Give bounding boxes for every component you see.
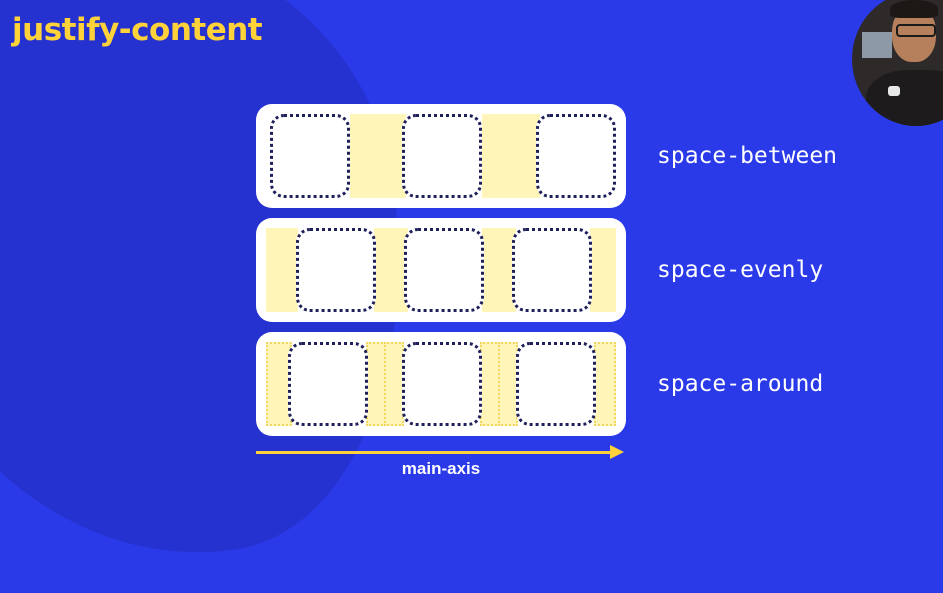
flex-item: [404, 228, 484, 312]
space-between-example: [256, 104, 626, 208]
flex-item: [516, 342, 596, 426]
main-axis-label: main-axis: [401, 459, 481, 478]
flex-item: [270, 114, 350, 198]
arrow-right-icon: [610, 445, 624, 459]
space-around-label: space-around: [657, 371, 824, 397]
free-space: [590, 228, 616, 312]
free-space: [350, 114, 406, 198]
presenter-body: [866, 70, 943, 126]
space-evenly-label: space-evenly: [657, 257, 824, 283]
main-axis-line: [256, 451, 612, 454]
space-around-example: [256, 332, 626, 436]
glasses-icon: [896, 24, 936, 37]
presenter-webcam: [852, 0, 943, 126]
free-space: [266, 228, 298, 312]
presenter-hair: [890, 0, 938, 18]
item-margin: [498, 342, 518, 426]
webcam-background: [862, 32, 892, 58]
item-margin: [384, 342, 404, 426]
space-between-label: space-between: [657, 143, 838, 169]
free-space: [482, 114, 540, 198]
flex-item: [402, 114, 482, 198]
flex-item: [296, 228, 376, 312]
item-margin: [480, 342, 500, 426]
flex-item: [536, 114, 616, 198]
slide-title: justify-content: [12, 12, 263, 48]
space-evenly-example: [256, 218, 626, 322]
free-space: [374, 228, 408, 312]
item-margin: [366, 342, 386, 426]
flex-item: [512, 228, 592, 312]
shirt-logo-icon: [888, 86, 900, 96]
item-margin: [594, 342, 616, 426]
free-space: [482, 228, 516, 312]
flex-item: [402, 342, 482, 426]
flex-item: [288, 342, 368, 426]
